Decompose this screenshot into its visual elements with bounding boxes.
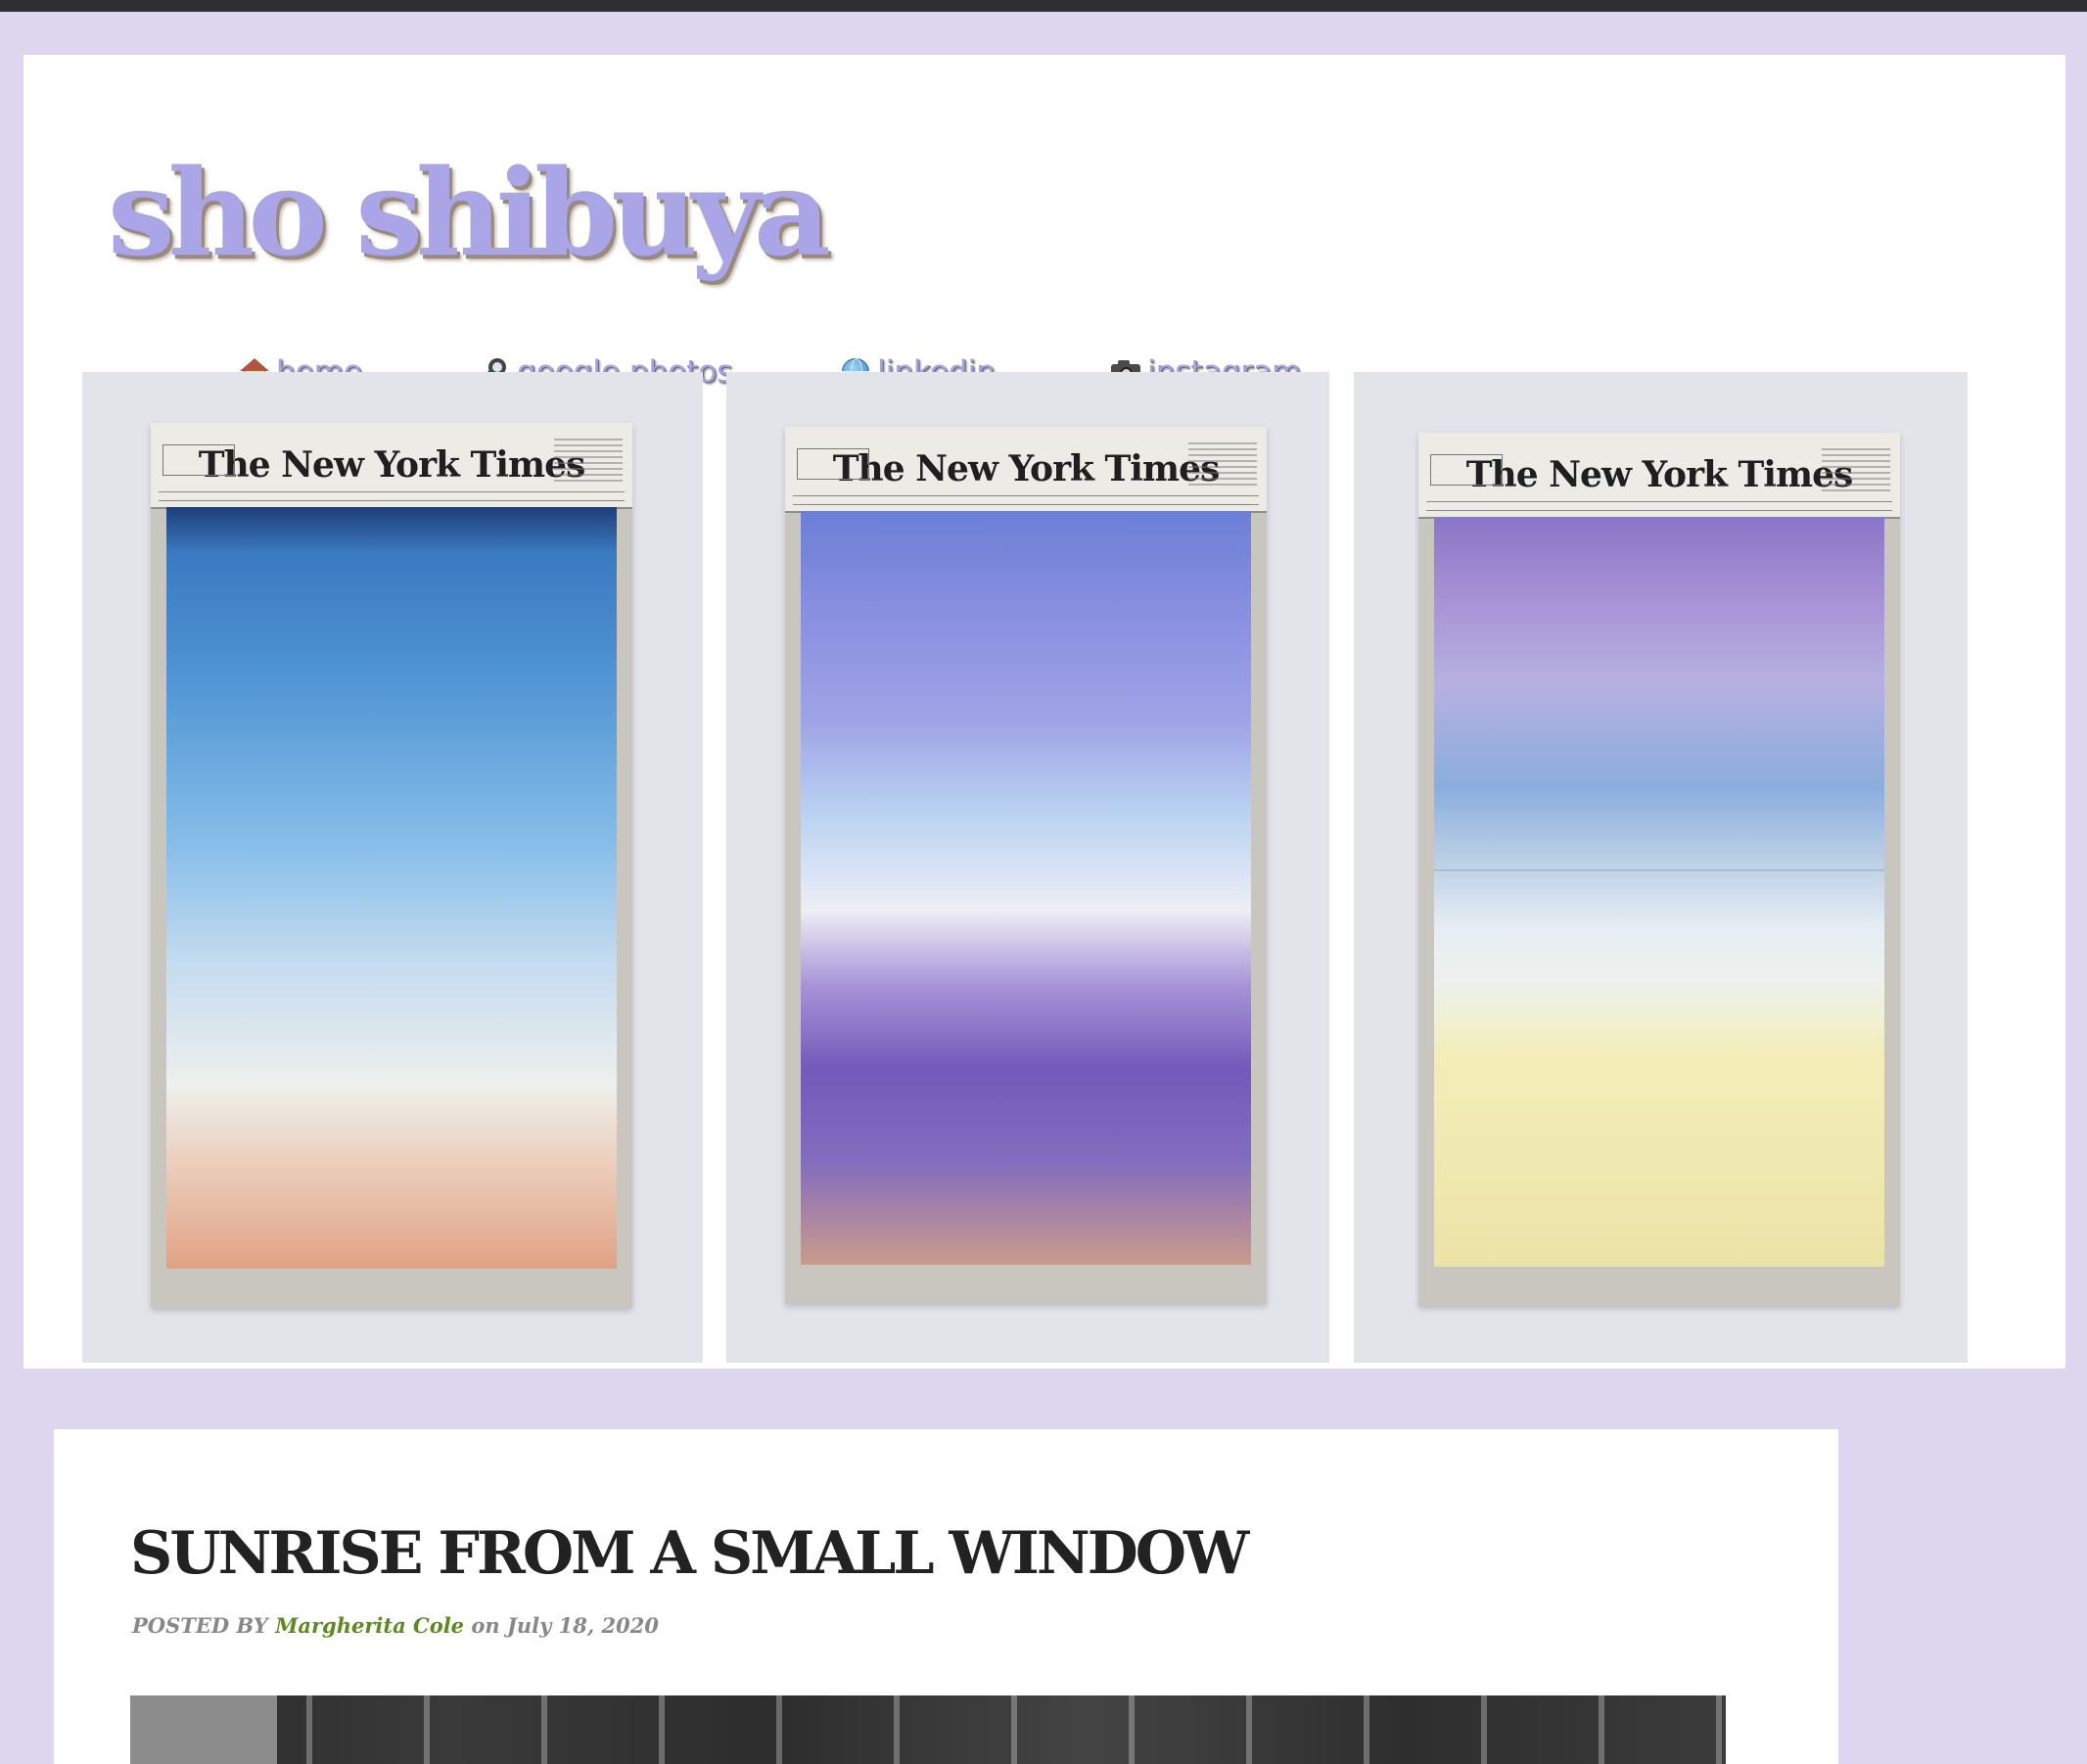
newspaper-painting: The New York Times (785, 427, 1267, 1304)
site-title[interactable]: sho shibuya (108, 153, 831, 272)
newspaper-masthead: The New York Times (1418, 433, 1900, 519)
masthead-text: The New York Times (1465, 454, 1853, 495)
paper-fold (1434, 869, 1884, 871)
post-date: July 18, 2020 (506, 1613, 659, 1638)
masthead-text: The New York Times (198, 444, 585, 486)
gallery-photo[interactable]: The New York Times (1354, 372, 1968, 1363)
gallery-photo[interactable]: The New York Times (82, 372, 703, 1363)
masthead-text: The New York Times (832, 448, 1220, 489)
newspaper-masthead: The New York Times (785, 427, 1267, 513)
date-prefix: on (471, 1613, 500, 1638)
post-meta: POSTED BY Margherita Cole on July 18, 20… (132, 1613, 659, 1638)
newspaper-painting: The New York Times (151, 423, 632, 1308)
author-link[interactable]: Margherita Cole (275, 1613, 464, 1638)
gradient-wash (801, 511, 1251, 1265)
newspaper-painting: The New York Times (1418, 433, 1900, 1306)
gradient-wash (1434, 517, 1884, 1267)
posted-by-label: POSTED BY (132, 1613, 268, 1638)
newspaper-masthead: The New York Times (151, 423, 632, 509)
post-title[interactable]: SUNRISE FROM A SMALL WINDOW (130, 1519, 1249, 1588)
browser-top-bar (0, 0, 2087, 12)
post-featured-image (130, 1695, 1726, 1764)
blog-post: SUNRISE FROM A SMALL WINDOW POSTED BY Ma… (54, 1429, 1838, 1764)
gallery-photo[interactable]: The New York Times (726, 372, 1329, 1363)
gradient-wash (166, 507, 617, 1269)
